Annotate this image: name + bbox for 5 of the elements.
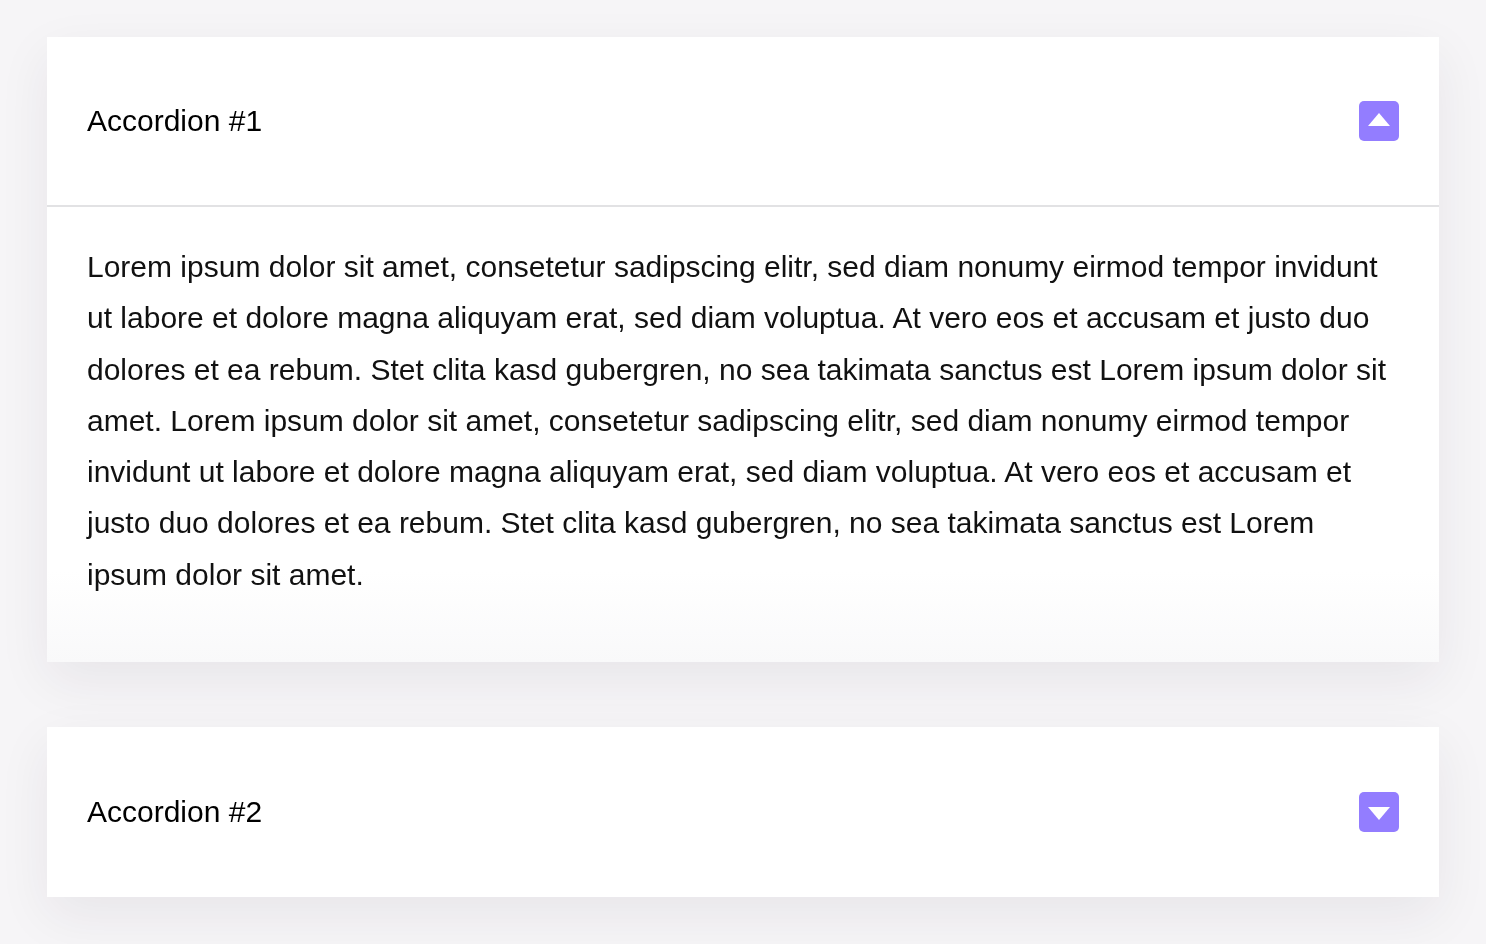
collapse-triangle-up-icon [1359, 101, 1399, 141]
expand-triangle-down-icon [1359, 792, 1399, 833]
accordion-body-text: Lorem ipsum dolor sit amet, consetetur sadipscing elitr, sed diam nonumy eirmod tempor invidunt ut labore et dolore magna aliquyam erat, sed diam voluptua. At vero eos et accusam et justo duo dolores et ea rebum. Stet clita kasd gubergren, no sea takimata sanctus est Lorem ipsum dolor sit amet. Lorem ipsum dolor sit amet, consetetur sadipscing elitr, sed diam nonumy eirmod tempor invidunt ut labore et dolore magna aliquyam erat, sed diam voluptua. At vero eos et accusam et justo duo dolores et ea rebum. Stet clita kasd gubergren, no sea takimata sanctus est Lorem ipsum dolor sit amet. [87, 249, 1387, 593]
accordion-header-button[interactable]: Accordion #1 [47, 37, 1439, 207]
accordion-header-button[interactable]: Accordion #2 [47, 727, 1439, 898]
